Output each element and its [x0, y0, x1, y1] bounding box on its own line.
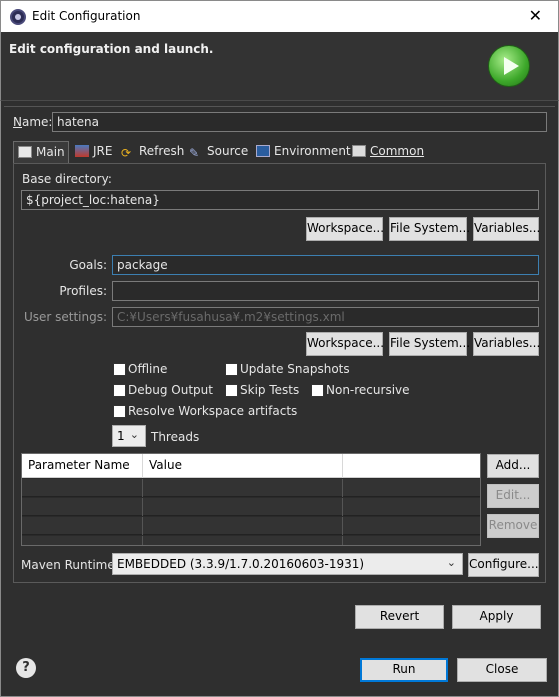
table-row [22, 517, 480, 535]
close-button[interactable]: Close [457, 658, 547, 682]
tab-refresh[interactable]: ⟳ Refresh [117, 141, 188, 163]
update-snapshots-label: Update Snapshots [240, 362, 350, 376]
environment-icon [256, 145, 270, 157]
base-directory-field[interactable]: ${project_loc:hatena} [21, 190, 539, 210]
column-header-value[interactable]: Value [143, 454, 343, 478]
debug-output-checkbox[interactable] [113, 384, 126, 397]
profiles-label: Profiles: [59, 284, 107, 298]
tab-common[interactable]: Common [348, 141, 428, 163]
name-label: Name: [13, 115, 53, 129]
source-icon: ✎ [189, 146, 200, 160]
dialog-content: Name: hatena Main JRE ⟳ Refresh ✎ Source E… [0, 100, 559, 697]
separator [4, 106, 555, 107]
base-directory-label: Base directory: [22, 172, 112, 186]
close-window-button[interactable]: ✕ [529, 6, 542, 25]
table-header: Parameter Name Value [22, 454, 480, 478]
goals-field[interactable]: package [112, 255, 539, 275]
window-title: Edit Configuration [32, 9, 141, 23]
apply-button[interactable]: Apply [452, 605, 541, 629]
dialog-header: Edit configuration and launch. [0, 32, 559, 100]
base-variables-button[interactable]: Variables... [473, 217, 540, 241]
tab-jre[interactable]: JRE [71, 141, 116, 163]
table-row [22, 498, 480, 516]
refresh-icon: ⟳ [121, 146, 132, 160]
common-icon [352, 145, 366, 157]
non-recursive-checkbox[interactable] [311, 384, 324, 397]
user-settings-label: User settings: [23, 310, 107, 324]
offline-checkbox[interactable] [113, 363, 126, 376]
jre-icon [75, 145, 89, 157]
help-icon[interactable]: ? [16, 658, 36, 678]
edit-parameter-button[interactable]: Edit... [487, 484, 539, 508]
run-button[interactable]: Run [360, 658, 448, 682]
revert-button[interactable]: Revert [355, 605, 444, 629]
eclipse-icon [10, 9, 26, 25]
threads-label: Threads [151, 430, 200, 444]
settings-variables-button[interactable]: Variables... [473, 332, 540, 356]
dialog-header-title: Edit configuration and launch. [9, 42, 214, 56]
base-file-system-button[interactable]: File System... [389, 217, 470, 241]
settings-workspace-button[interactable]: Workspace... [306, 332, 384, 356]
resolve-workspace-label: Resolve Workspace artifacts [128, 404, 298, 418]
base-workspace-button[interactable]: Workspace... [306, 217, 384, 241]
remove-parameter-button[interactable]: Remove [487, 514, 539, 538]
maven-runtime-select[interactable]: EMBEDDED (3.3.9/1.7.0.20160603-1931) ⌄ [112, 553, 463, 575]
goals-label: Goals: [69, 258, 107, 272]
tab-source[interactable]: ✎ Source [185, 141, 252, 163]
debug-output-label: Debug Output [128, 383, 213, 397]
resolve-workspace-checkbox[interactable] [113, 405, 126, 418]
offline-label: Offline [128, 362, 168, 376]
maven-runtime-label: Maven Runtime: [21, 558, 119, 572]
column-header-empty [343, 454, 480, 478]
skip-tests-label: Skip Tests [240, 383, 300, 397]
non-recursive-label: Non-recursive [326, 383, 410, 397]
chevron-down-icon: ⌄ [129, 428, 139, 441]
configuration-tabs: Main JRE ⟳ Refresh ✎ Source Environment Co… [13, 141, 546, 163]
configure-runtime-button[interactable]: Configure... [468, 553, 539, 577]
run-launch-icon [488, 45, 530, 87]
user-settings-field[interactable]: C:¥Users¥fusahusa¥.m2¥settings.xml [112, 307, 539, 327]
update-snapshots-checkbox[interactable] [225, 363, 238, 376]
column-header-parameter-name[interactable]: Parameter Name [22, 454, 143, 478]
name-field[interactable]: hatena [52, 112, 547, 132]
threads-select[interactable]: 1 ⌄ [112, 425, 146, 447]
tab-environment[interactable]: Environment [252, 141, 355, 163]
table-row [22, 536, 480, 545]
add-parameter-button[interactable]: Add... [487, 454, 539, 478]
table-row [22, 479, 480, 497]
parameters-table[interactable]: Parameter Name Value [21, 453, 481, 546]
skip-tests-checkbox[interactable] [225, 384, 238, 397]
tab-main[interactable]: Main [13, 141, 69, 163]
title-bar: Edit Configuration ✕ [0, 0, 559, 32]
profiles-field[interactable] [112, 281, 539, 301]
chevron-down-icon: ⌄ [446, 556, 456, 569]
main-tab-icon [18, 146, 32, 158]
settings-file-system-button[interactable]: File System... [389, 332, 470, 356]
